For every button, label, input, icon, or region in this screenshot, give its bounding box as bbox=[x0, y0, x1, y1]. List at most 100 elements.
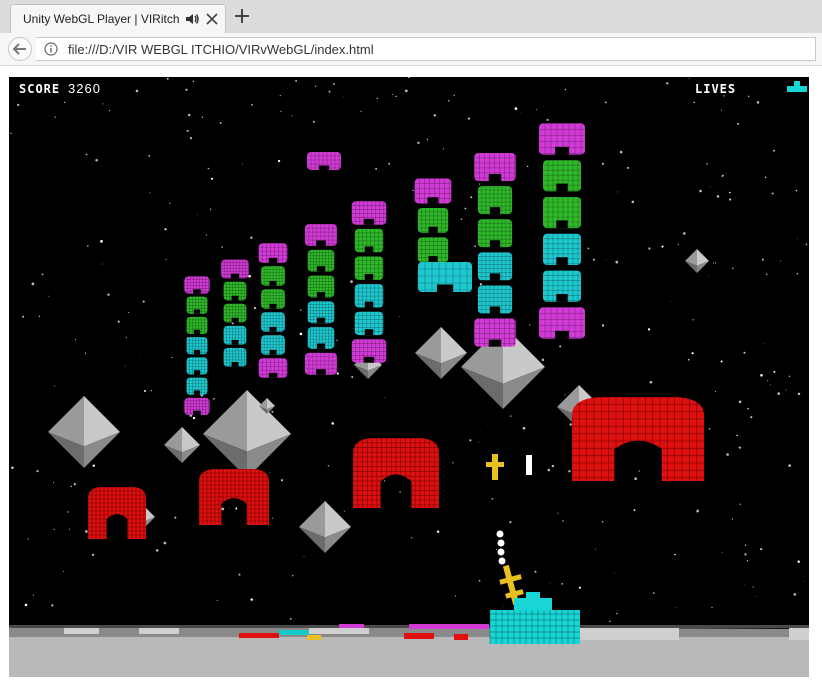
star bbox=[744, 544, 747, 546]
star bbox=[619, 150, 623, 154]
cyan-invader bbox=[261, 312, 285, 332]
star bbox=[53, 528, 55, 531]
cyan-invader bbox=[543, 270, 581, 302]
star bbox=[187, 113, 191, 117]
star bbox=[569, 423, 572, 426]
star bbox=[633, 509, 636, 512]
star bbox=[547, 468, 551, 472]
url-field[interactable]: file:///D:/VIR WEBGL ITCHIO/VIRvWebGL/in… bbox=[36, 37, 816, 61]
star bbox=[478, 441, 480, 443]
star bbox=[280, 110, 282, 113]
star bbox=[388, 162, 391, 165]
shield-bunker bbox=[199, 469, 269, 525]
green-invader bbox=[417, 207, 449, 233]
star bbox=[731, 518, 734, 520]
star bbox=[210, 177, 214, 180]
star bbox=[549, 582, 551, 584]
star bbox=[647, 328, 651, 331]
star bbox=[443, 148, 445, 150]
star bbox=[289, 617, 292, 620]
star bbox=[568, 470, 571, 473]
star bbox=[747, 407, 750, 410]
cyan-invader bbox=[477, 285, 513, 314]
star bbox=[470, 196, 473, 199]
star bbox=[343, 95, 344, 97]
star bbox=[760, 548, 763, 551]
star bbox=[392, 94, 394, 96]
cyan-invader bbox=[354, 284, 384, 308]
info-icon[interactable] bbox=[44, 42, 58, 56]
plus-icon[interactable] bbox=[232, 6, 252, 26]
star bbox=[649, 380, 653, 384]
star bbox=[479, 283, 483, 286]
star bbox=[785, 389, 787, 391]
star bbox=[92, 464, 96, 467]
star bbox=[529, 324, 531, 326]
star bbox=[638, 470, 640, 472]
close-icon[interactable] bbox=[204, 11, 220, 27]
star bbox=[682, 232, 686, 235]
magenta-invader bbox=[474, 152, 516, 182]
star bbox=[124, 365, 126, 367]
star bbox=[795, 189, 798, 192]
star bbox=[478, 579, 481, 582]
star bbox=[189, 136, 193, 140]
shield-bunker bbox=[88, 487, 146, 539]
star bbox=[509, 521, 512, 524]
star bbox=[772, 149, 775, 152]
star bbox=[277, 159, 281, 163]
star bbox=[303, 556, 305, 558]
star bbox=[728, 198, 732, 201]
star bbox=[460, 218, 463, 220]
back-button[interactable] bbox=[8, 37, 32, 61]
star bbox=[605, 258, 607, 260]
star bbox=[738, 400, 742, 404]
star bbox=[744, 553, 747, 556]
asteroid bbox=[48, 396, 120, 468]
star bbox=[350, 280, 353, 283]
game-canvas[interactable]: SCORE 3260 LIVES bbox=[9, 77, 809, 677]
green-invader bbox=[261, 289, 285, 309]
star bbox=[166, 77, 169, 80]
star bbox=[376, 97, 379, 100]
star bbox=[295, 79, 298, 82]
cyan-invader bbox=[307, 301, 335, 324]
star bbox=[312, 120, 315, 123]
lives-label: LIVES bbox=[695, 82, 737, 96]
magenta-invader bbox=[539, 307, 585, 339]
star bbox=[24, 603, 28, 607]
asteroid bbox=[415, 327, 467, 379]
speaker-icon[interactable] bbox=[184, 11, 200, 27]
star bbox=[87, 245, 89, 247]
green-invader bbox=[307, 275, 335, 298]
star bbox=[453, 94, 455, 96]
star bbox=[139, 357, 141, 359]
star bbox=[564, 394, 566, 396]
star bbox=[535, 109, 537, 111]
green-invader bbox=[417, 237, 449, 263]
address-bar-row: file:///D:/VIR WEBGL ITCHIO/VIRvWebGL/in… bbox=[0, 33, 822, 66]
star bbox=[760, 374, 763, 377]
star bbox=[74, 339, 77, 341]
cyan-invader bbox=[186, 357, 208, 375]
back-arrow-icon bbox=[12, 43, 26, 55]
star bbox=[336, 339, 338, 341]
star bbox=[720, 360, 723, 363]
star bbox=[279, 95, 281, 97]
asteroid bbox=[164, 427, 200, 463]
star bbox=[142, 300, 145, 303]
star bbox=[722, 174, 724, 177]
star bbox=[404, 89, 408, 93]
star bbox=[634, 477, 637, 481]
star bbox=[128, 312, 130, 314]
browser-tab[interactable]: Unity WebGL Player | VIRitch bbox=[10, 4, 226, 34]
magenta-invader bbox=[414, 178, 452, 204]
star bbox=[148, 155, 151, 157]
star bbox=[609, 620, 611, 623]
star bbox=[448, 100, 450, 102]
star bbox=[212, 397, 215, 400]
magenta-invader bbox=[184, 397, 210, 416]
red-shields bbox=[88, 397, 704, 539]
star bbox=[291, 574, 294, 577]
star bbox=[22, 315, 25, 318]
